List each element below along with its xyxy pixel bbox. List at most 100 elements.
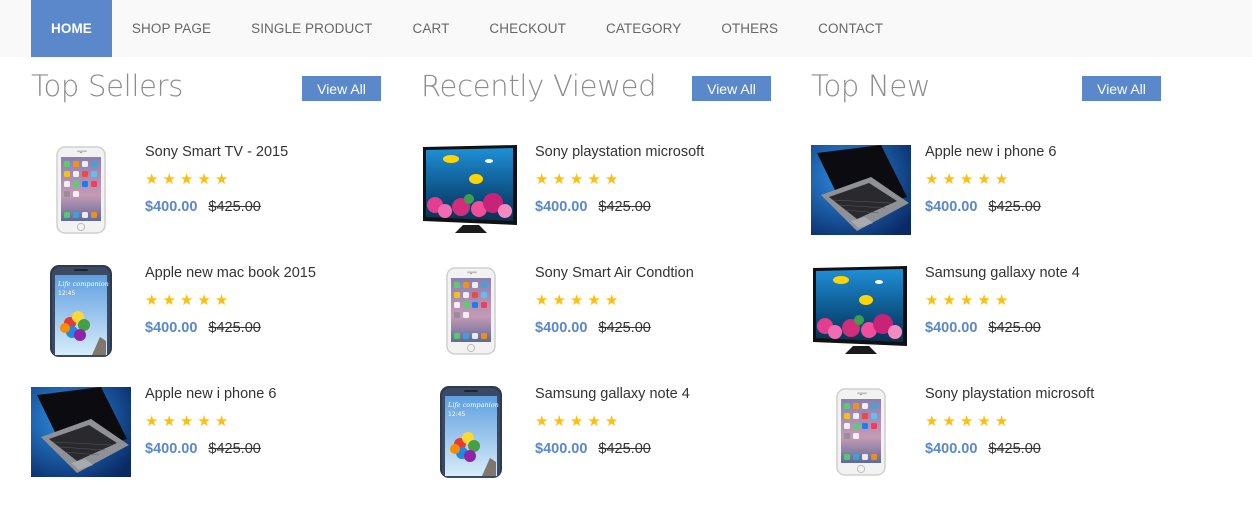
product-info: Apple new mac book 2015 ★ ★ ★ ★ ★ $400.00 $425.… xyxy=(145,265,316,336)
product-prices: $400.00 $425.00 xyxy=(145,199,288,215)
current-price: $400.00 xyxy=(925,320,978,336)
column-header: Top Sellers View All xyxy=(31,57,391,122)
star-icon: ★ xyxy=(587,292,601,309)
product-info: Apple new i phone 6 ★ ★ ★ ★ ★ $400.00 $425.00 xyxy=(925,144,1056,215)
star-icon: ★ xyxy=(145,413,159,430)
star-icon: ★ xyxy=(977,171,991,188)
star-icon: ★ xyxy=(197,413,211,430)
star-icon: ★ xyxy=(604,292,619,309)
product-rating: ★ ★ ★ ★ ★ xyxy=(145,293,316,309)
galaxy-phone-image[interactable]: Life companion 12:45 xyxy=(31,265,131,357)
product-rating: ★ ★ ★ ★ ★ xyxy=(535,293,694,309)
star-icon: ★ xyxy=(162,171,176,188)
star-icon: ★ xyxy=(179,292,194,309)
star-icon: ★ xyxy=(552,292,566,309)
laptop-image[interactable] xyxy=(31,387,131,477)
iphone-image[interactable] xyxy=(31,145,131,235)
star-icon: ★ xyxy=(145,292,159,309)
star-icon: ★ xyxy=(162,292,176,309)
star-icon: ★ xyxy=(942,171,956,188)
star-icon: ★ xyxy=(925,292,939,309)
star-icon: ★ xyxy=(179,171,194,188)
product-name-link[interactable]: Apple new i phone 6 xyxy=(145,386,276,404)
product-item: Life companion 12:45 Apple new mac book … xyxy=(31,243,391,364)
nav-item-category[interactable]: Category xyxy=(586,0,701,57)
star-icon: ★ xyxy=(959,171,974,188)
view-all-button[interactable]: View All xyxy=(302,76,381,101)
product-item: Sony Smart TV - 2015 ★ ★ ★ ★ ★ $400.00 $425.00 xyxy=(31,122,391,243)
column-title: Top Sellers xyxy=(31,69,184,103)
nav-item-checkout[interactable]: Checkout xyxy=(469,0,586,57)
star-icon: ★ xyxy=(569,171,584,188)
star-icon: ★ xyxy=(552,171,566,188)
star-icon: ★ xyxy=(197,292,211,309)
tv-image[interactable] xyxy=(421,145,521,235)
current-price: $400.00 xyxy=(145,199,198,215)
nav-item-others[interactable]: Others xyxy=(701,0,798,57)
old-price: $425.00 xyxy=(208,320,261,336)
product-rating: ★ ★ ★ ★ ★ xyxy=(925,293,1080,309)
view-all-button[interactable]: View All xyxy=(692,76,771,101)
current-price: $400.00 xyxy=(925,199,978,215)
product-prices: $400.00 $425.00 xyxy=(535,441,690,457)
laptop-image[interactable] xyxy=(811,145,911,235)
star-icon: ★ xyxy=(214,171,229,188)
star-icon: ★ xyxy=(959,413,974,430)
old-price: $425.00 xyxy=(988,199,1041,215)
product-item: Apple new i phone 6 ★ ★ ★ ★ ★ $400.00 $425.00 xyxy=(811,122,1171,243)
product-name-link[interactable]: Apple new mac book 2015 xyxy=(145,265,316,283)
galaxy-screen-time: 12:45 xyxy=(448,411,465,418)
product-item: Apple new i phone 6 ★ ★ ★ ★ ★ $400.00 $425.00 xyxy=(31,364,391,485)
iphone-image[interactable] xyxy=(811,387,911,477)
galaxy-screen-text: Life companion xyxy=(57,280,109,288)
product-name-link[interactable]: Sony Smart Air Condtion xyxy=(535,265,694,283)
old-price: $425.00 xyxy=(598,199,651,215)
old-price: $425.00 xyxy=(208,199,261,215)
main-navbar: Home Shop page Single product Cart Checkout C… xyxy=(0,0,1252,57)
product-name-link[interactable]: Samsung gallaxy note 4 xyxy=(925,265,1080,283)
product-name-link[interactable]: Samsung gallaxy note 4 xyxy=(535,386,690,404)
view-all-button[interactable]: View All xyxy=(1082,76,1161,101)
column-header: Top New View All xyxy=(811,57,1171,122)
galaxy-phone-image[interactable]: Life companion 12:45 xyxy=(421,386,521,478)
top-new-column: Top New View All Apple new i phone 6 ★ ★ ★ ★ ★… xyxy=(811,57,1171,485)
old-price: $425.00 xyxy=(598,441,651,457)
nav-menu: Home Shop page Single product Cart Checkout C… xyxy=(0,0,1252,57)
product-info: Sony Smart TV - 2015 ★ ★ ★ ★ ★ $400.00 $425.00 xyxy=(145,144,288,215)
product-prices: $400.00 $425.00 xyxy=(925,441,1094,457)
star-icon: ★ xyxy=(145,171,159,188)
nav-item-contact[interactable]: Contact xyxy=(798,0,903,57)
product-info: Samsung gallaxy note 4 ★ ★ ★ ★ ★ $400.00 $425.0… xyxy=(925,265,1080,336)
nav-item-shop-page[interactable]: Shop page xyxy=(112,0,231,57)
star-icon: ★ xyxy=(587,413,601,430)
star-icon: ★ xyxy=(552,413,566,430)
iphone-image[interactable] xyxy=(421,266,521,356)
top-sellers-column: Top Sellers View All Sony Smart TV - 201… xyxy=(31,57,391,485)
old-price: $425.00 xyxy=(988,320,1041,336)
nav-item-home[interactable]: Home xyxy=(31,0,112,57)
product-info: Sony playstation microsoft ★ ★ ★ ★ ★ $400.00 $4… xyxy=(925,386,1094,457)
star-icon: ★ xyxy=(959,292,974,309)
product-item: Sony playstation microsoft ★ ★ ★ ★ ★ $400.00 $4… xyxy=(811,364,1171,485)
product-name-link[interactable]: Sony Smart TV - 2015 xyxy=(145,144,288,162)
product-rating: ★ ★ ★ ★ ★ xyxy=(535,414,690,430)
product-name-link[interactable]: Apple new i phone 6 xyxy=(925,144,1056,162)
star-icon: ★ xyxy=(179,413,194,430)
product-name-link[interactable]: Sony playstation microsoft xyxy=(925,386,1094,404)
product-name-link[interactable]: Sony playstation microsoft xyxy=(535,144,704,162)
star-icon: ★ xyxy=(162,413,176,430)
product-item: Sony playstation microsoft ★ ★ ★ ★ ★ $400.00 $4… xyxy=(421,122,781,243)
star-icon: ★ xyxy=(942,292,956,309)
nav-item-cart[interactable]: Cart xyxy=(393,0,470,57)
nav-item-single-product[interactable]: Single product xyxy=(231,0,392,57)
old-price: $425.00 xyxy=(208,441,261,457)
product-prices: $400.00 $425.00 xyxy=(535,320,694,336)
column-header: Recently Viewed View All xyxy=(421,57,781,122)
product-prices: $400.00 $425.00 xyxy=(535,199,704,215)
star-icon: ★ xyxy=(587,171,601,188)
star-icon: ★ xyxy=(994,413,1009,430)
star-icon: ★ xyxy=(535,292,549,309)
tv-image[interactable] xyxy=(811,266,911,356)
star-icon: ★ xyxy=(535,171,549,188)
galaxy-screen-text: Life companion xyxy=(447,401,499,409)
